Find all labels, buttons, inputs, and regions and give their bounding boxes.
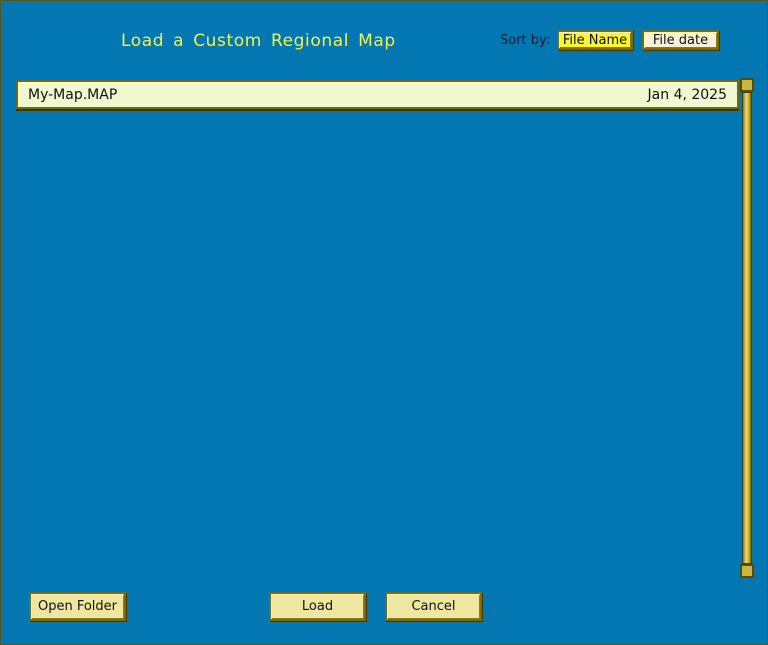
cancel-button[interactable]: Cancel bbox=[385, 592, 482, 621]
file-date: Jan 4, 2025 bbox=[647, 86, 727, 103]
file-list: My-Map.MAP Jan 4, 2025 bbox=[16, 80, 739, 578]
file-list-scrollbar[interactable] bbox=[740, 78, 754, 578]
sort-by-label: Sort by: bbox=[500, 33, 551, 48]
open-folder-button[interactable]: Open Folder bbox=[29, 592, 126, 621]
sort-by-file-date-button[interactable]: File date bbox=[642, 30, 719, 50]
load-map-dialog: Load a Custom Regional Map Sort by: File… bbox=[0, 0, 768, 645]
file-list-item[interactable]: My-Map.MAP Jan 4, 2025 bbox=[16, 80, 739, 109]
load-button[interactable]: Load bbox=[269, 592, 366, 621]
file-name: My-Map.MAP bbox=[28, 86, 118, 103]
sort-by-file-name-button[interactable]: File Name bbox=[557, 30, 633, 50]
dialog-title: Load a Custom Regional Map bbox=[121, 31, 396, 51]
scroll-up-cap[interactable] bbox=[740, 78, 754, 92]
scroll-down-cap[interactable] bbox=[740, 564, 754, 578]
scroll-track[interactable] bbox=[742, 92, 752, 564]
